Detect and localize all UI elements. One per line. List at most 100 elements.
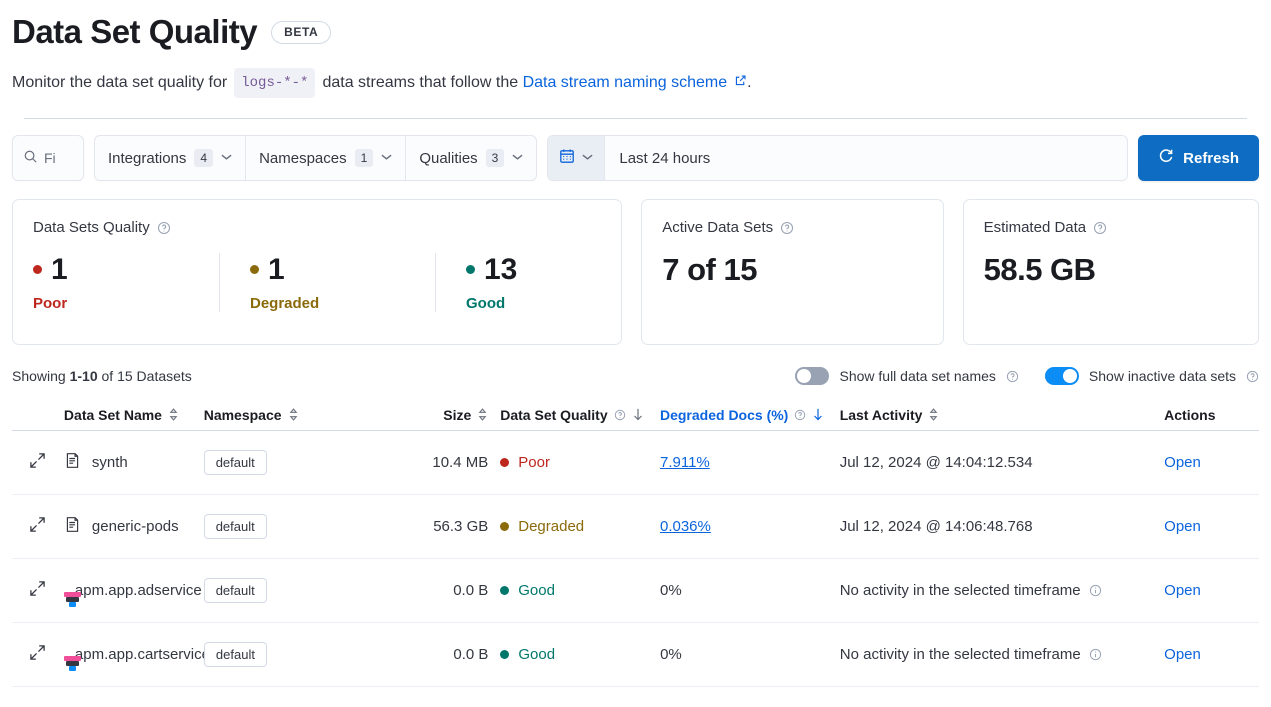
degraded-docs-link[interactable]: 0.036% xyxy=(660,518,711,535)
row-expand-cell[interactable] xyxy=(12,580,64,601)
data-stream-naming-scheme-link[interactable]: Data stream naming scheme xyxy=(523,71,728,95)
row-activity-cell: Jul 12, 2024 @ 14:04:12.534 xyxy=(840,454,1164,471)
row-quality-label: Good xyxy=(518,582,555,599)
row-namespace-cell: default xyxy=(204,642,379,667)
expand-row-icon[interactable] xyxy=(29,452,46,473)
info-circle-icon[interactable] xyxy=(1089,648,1102,661)
row-size-cell: 0.0 B xyxy=(378,582,488,599)
filter-qualities-count: 3 xyxy=(486,149,505,167)
datasets-table: Data Set Name Namespace Size xyxy=(12,399,1259,687)
row-activity-text: Jul 12, 2024 @ 14:04:12.534 xyxy=(840,454,1033,471)
help-circle-icon[interactable] xyxy=(794,409,806,421)
status-dot xyxy=(500,586,509,595)
refresh-label: Refresh xyxy=(1183,150,1239,167)
row-quality-cell: Good xyxy=(488,646,660,663)
expand-row-icon[interactable] xyxy=(29,644,46,665)
logs-document-icon xyxy=(64,452,81,473)
degraded-docs-link[interactable]: 7.911% xyxy=(660,454,710,471)
col-degraded-docs-header[interactable]: Degraded Docs (%) xyxy=(660,407,840,423)
row-quality-cell: Good xyxy=(488,582,660,599)
row-size-cell: 0.0 B xyxy=(379,646,489,663)
col-quality-header-label: Data Set Quality xyxy=(500,407,607,423)
col-name-header-label: Data Set Name xyxy=(64,407,162,423)
quality-segment-degraded: 1 Degraded xyxy=(219,253,435,312)
chevron-down-icon xyxy=(582,152,593,164)
help-circle-icon[interactable] xyxy=(1246,370,1259,383)
filter-namespaces[interactable]: Namespaces 1 xyxy=(246,136,406,180)
row-quality-cell: Poor xyxy=(488,454,660,471)
degraded-docs-value: 0% xyxy=(660,646,682,663)
page-title: Data Set Quality xyxy=(12,14,257,50)
col-last-activity-header[interactable]: Last Activity xyxy=(840,407,1164,423)
list-controls: Showing 1-10 of 15 Datasets Show full da… xyxy=(12,365,1259,387)
table-header-row: Data Set Name Namespace Size xyxy=(12,399,1259,431)
quality-breakdown: 1 Poor 1 Degraded 13 Good xyxy=(33,253,601,312)
quality-poor-count-row: 1 xyxy=(33,253,189,286)
row-activity-text: Jul 12, 2024 @ 14:06:48.768 xyxy=(840,518,1033,535)
card-estimated-data-value: 58.5 GB xyxy=(984,252,1238,288)
quality-poor-count: 1 xyxy=(51,253,68,286)
showing-suffix: of 15 Datasets xyxy=(102,368,192,384)
refresh-button[interactable]: Refresh xyxy=(1138,135,1259,181)
search-box[interactable] xyxy=(12,135,84,181)
row-degraded-cell: 0% xyxy=(660,646,840,663)
row-name-cell: apm.app.adservice xyxy=(64,581,204,600)
card-label: Estimated Data xyxy=(984,219,1238,236)
filter-integrations[interactable]: Integrations 4 xyxy=(95,136,246,180)
subtitle-period: . xyxy=(747,71,751,95)
help-circle-icon[interactable] xyxy=(1093,221,1107,235)
col-quality-header[interactable]: Data Set Quality xyxy=(488,407,660,423)
row-activity-text: No activity in the selected timeframe xyxy=(840,582,1081,599)
col-namespace-header[interactable]: Namespace xyxy=(204,407,379,423)
date-range-value[interactable]: Last 24 hours xyxy=(605,136,1127,180)
help-circle-icon[interactable] xyxy=(780,221,794,235)
open-link[interactable]: Open xyxy=(1164,518,1201,535)
card-label: Data Sets Quality xyxy=(33,219,601,236)
help-circle-icon[interactable] xyxy=(1006,370,1019,383)
title-row: Data Set Quality BETA xyxy=(12,14,1259,50)
help-circle-icon[interactable] xyxy=(157,221,171,235)
row-actions-cell: Open xyxy=(1164,646,1259,663)
card-estimated-data-label: Estimated Data xyxy=(984,219,1087,236)
row-expand-cell[interactable] xyxy=(12,452,64,473)
row-expand-cell[interactable] xyxy=(12,644,64,665)
quality-degraded-count-row: 1 xyxy=(250,253,405,286)
col-actions-header: Actions xyxy=(1164,407,1259,423)
open-link[interactable]: Open xyxy=(1164,454,1201,471)
open-link[interactable]: Open xyxy=(1164,646,1201,663)
filter-bar: Integrations 4 Namespaces 1 Qualities 3 xyxy=(12,135,1259,181)
quality-good-count-row: 13 xyxy=(466,253,517,286)
filter-group: Integrations 4 Namespaces 1 Qualities 3 xyxy=(94,135,537,181)
toggle-inactive-data-sets-label: Show inactive data sets xyxy=(1089,368,1236,384)
open-link[interactable]: Open xyxy=(1164,582,1201,599)
row-name-text: apm.app.adservice xyxy=(75,581,202,600)
row-size-cell: 10.4 MB xyxy=(378,454,488,471)
external-link-icon xyxy=(734,71,747,95)
toggle-knob xyxy=(797,369,811,383)
filter-integrations-label: Integrations xyxy=(108,150,186,167)
toggle-full-data-set-names[interactable] xyxy=(795,367,829,385)
search-input[interactable] xyxy=(44,150,70,166)
header-divider xyxy=(24,118,1247,119)
row-expand-cell[interactable] xyxy=(12,516,64,537)
expand-row-icon[interactable] xyxy=(29,580,46,601)
col-name-header[interactable]: Data Set Name xyxy=(64,407,204,423)
date-quick-select-button[interactable] xyxy=(548,136,605,180)
row-name-cell: apm.app.cartservice xyxy=(64,645,204,664)
row-activity-cell: No activity in the selected timeframe xyxy=(840,582,1164,599)
toggle-full-data-set-names-item: Show full data set names xyxy=(795,367,1018,385)
refresh-icon xyxy=(1158,148,1174,168)
info-circle-icon[interactable] xyxy=(1089,584,1102,597)
toggle-inactive-data-sets[interactable] xyxy=(1045,367,1079,385)
namespace-badge: default xyxy=(204,514,267,539)
row-name-text: apm.app.cartservice xyxy=(75,645,210,664)
col-size-header[interactable]: Size xyxy=(378,407,488,423)
quality-good-count: 13 xyxy=(484,253,517,286)
quality-degraded-count: 1 xyxy=(268,253,285,286)
table-row: generic-podsdefault56.3 GBDegraded0.036%… xyxy=(12,495,1259,559)
filter-qualities[interactable]: Qualities 3 xyxy=(406,136,536,180)
row-activity-cell: Jul 12, 2024 @ 14:06:48.768 xyxy=(840,518,1164,535)
help-circle-icon[interactable] xyxy=(614,409,626,421)
row-name-cell: synth xyxy=(64,452,204,473)
expand-row-icon[interactable] xyxy=(29,516,46,537)
